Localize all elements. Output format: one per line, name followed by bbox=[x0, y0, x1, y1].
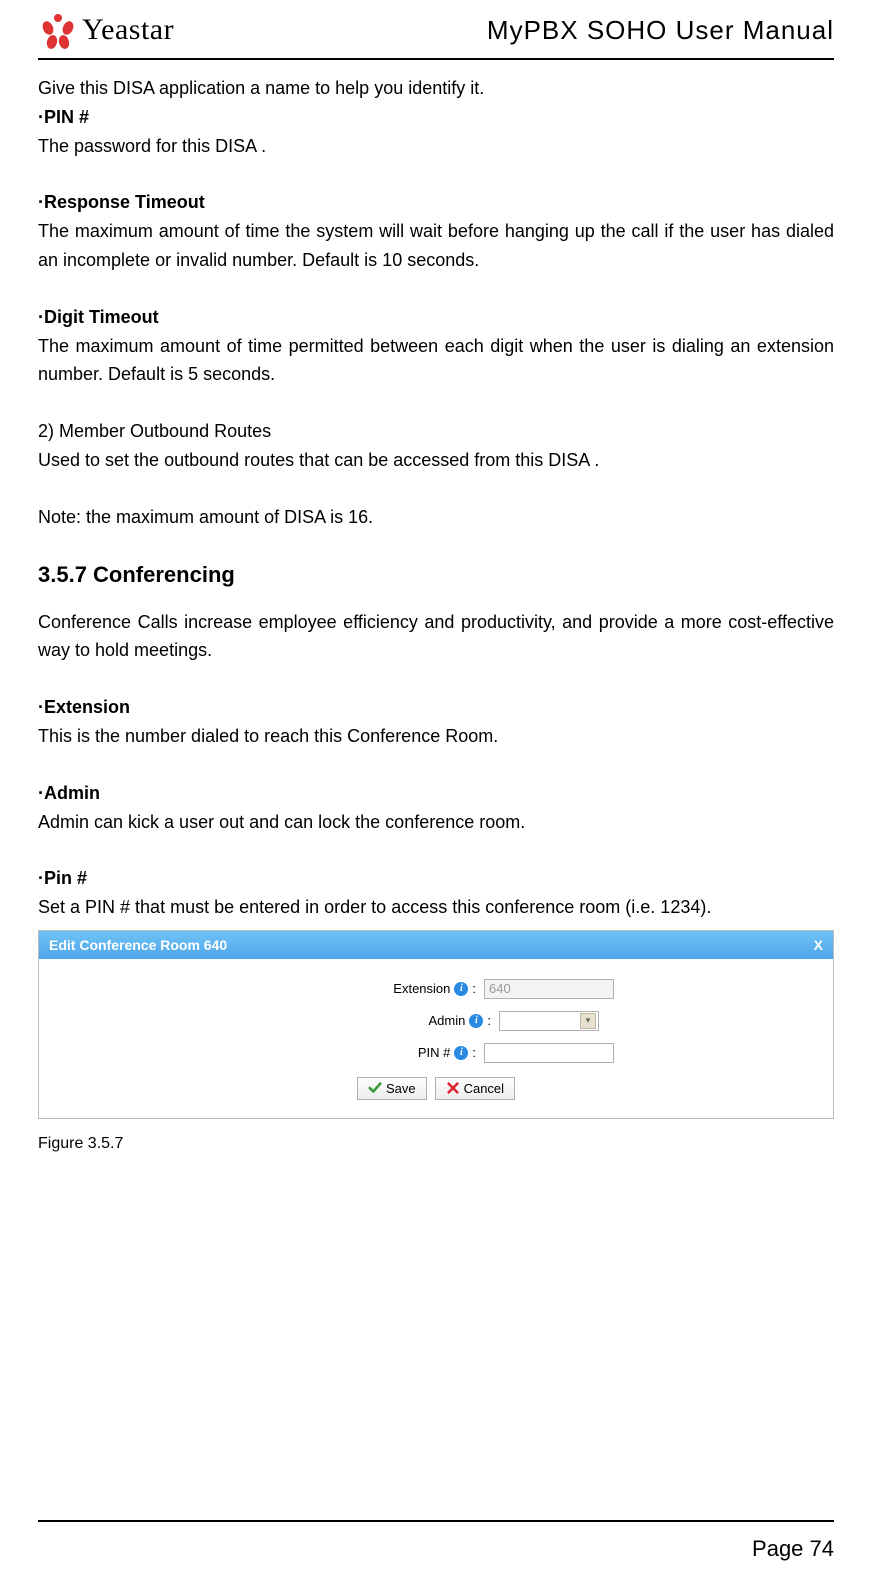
extension-field[interactable] bbox=[484, 979, 614, 999]
figure-caption: Figure 3.5.7 bbox=[38, 1131, 834, 1157]
text-extension: This is the number dialed to reach this … bbox=[38, 722, 834, 751]
info-icon[interactable]: i bbox=[469, 1014, 483, 1028]
info-icon[interactable]: i bbox=[454, 982, 468, 996]
doc-title: MyPBX SOHO User Manual bbox=[487, 15, 834, 46]
text-pin2: Set a PIN # that must be entered in orde… bbox=[38, 893, 834, 922]
page-header: Yeastar MyPBX SOHO User Manual bbox=[38, 10, 834, 60]
footer-rule bbox=[38, 1520, 834, 1522]
info-icon[interactable]: i bbox=[454, 1046, 468, 1060]
dialog-button-row: Save Cancel bbox=[39, 1077, 833, 1100]
dialog-edit-conference: Edit Conference Room 640 X Extension i :… bbox=[38, 930, 834, 1119]
form-row-pin: PIN # i : bbox=[39, 1043, 833, 1063]
heading-pin2: ·Pin # bbox=[38, 864, 834, 893]
form-row-admin: Admin i : ▾ bbox=[39, 1011, 833, 1031]
yeastar-logo-icon bbox=[38, 10, 78, 50]
section-conferencing: 3.5.7 Conferencing bbox=[38, 562, 834, 588]
cancel-button[interactable]: Cancel bbox=[435, 1077, 515, 1100]
brand-name: Yeastar bbox=[82, 13, 174, 47]
label-extension: Extension i : bbox=[258, 981, 478, 996]
page-body: Give this DISA application a name to hel… bbox=[38, 74, 834, 1157]
save-button[interactable]: Save bbox=[357, 1077, 427, 1100]
chevron-down-icon: ▾ bbox=[580, 1013, 596, 1029]
heading-admin: ·Admin bbox=[38, 779, 834, 808]
dialog-titlebar: Edit Conference Room 640 X bbox=[39, 931, 833, 959]
text-response-timeout: The maximum amount of time the system wi… bbox=[38, 217, 834, 275]
text-disa-name: Give this DISA application a name to hel… bbox=[38, 74, 834, 103]
dialog-body: Extension i : Admin i : ▾ bbox=[39, 959, 833, 1118]
text-digit-timeout: The maximum amount of time permitted bet… bbox=[38, 332, 834, 390]
cross-icon bbox=[446, 1081, 460, 1095]
check-icon bbox=[368, 1081, 382, 1095]
heading-member-outbound: 2) Member Outbound Routes bbox=[38, 417, 834, 446]
text-pin: The password for this DISA . bbox=[38, 132, 834, 161]
text-conf-intro: Conference Calls increase employee effic… bbox=[38, 608, 834, 666]
close-icon[interactable]: X bbox=[814, 937, 823, 953]
label-admin: Admin i : bbox=[273, 1013, 493, 1028]
page-number: Page 74 bbox=[752, 1536, 834, 1562]
heading-pin: ·PIN # bbox=[38, 103, 834, 132]
dialog-title: Edit Conference Room 640 bbox=[49, 937, 227, 953]
heading-digit-timeout: ·Digit Timeout bbox=[38, 303, 834, 332]
text-member-outbound: Used to set the outbound routes that can… bbox=[38, 446, 834, 475]
text-admin: Admin can kick a user out and can lock t… bbox=[38, 808, 834, 837]
form-row-extension: Extension i : bbox=[39, 979, 833, 999]
admin-select[interactable]: ▾ bbox=[499, 1011, 599, 1031]
label-pin: PIN # i : bbox=[258, 1045, 478, 1060]
text-note: Note: the maximum amount of DISA is 16. bbox=[38, 503, 834, 532]
brand-logo: Yeastar bbox=[38, 10, 174, 50]
heading-extension: ·Extension bbox=[38, 693, 834, 722]
heading-response-timeout: ·Response Timeout bbox=[38, 188, 834, 217]
pin-field[interactable] bbox=[484, 1043, 614, 1063]
